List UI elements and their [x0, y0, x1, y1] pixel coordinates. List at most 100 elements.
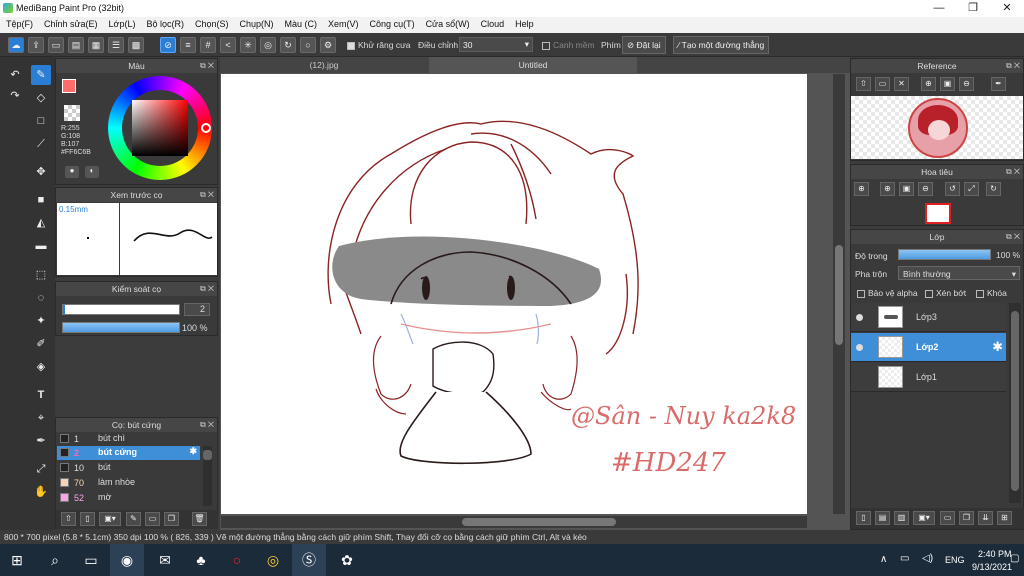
- move-tool-icon[interactable]: ✥: [31, 162, 51, 182]
- navigator-thumbnail[interactable]: [925, 203, 951, 224]
- comment-icon[interactable]: ▭: [48, 37, 64, 53]
- select-pen-icon[interactable]: ✐: [31, 334, 51, 354]
- gear-icon[interactable]: ✱: [992, 339, 1003, 355]
- menu-layer[interactable]: Lớp(L): [103, 17, 141, 29]
- layer-settings-icon[interactable]: ⊞: [997, 511, 1012, 525]
- lock-checkbox[interactable]: Khóa: [976, 288, 1007, 298]
- maximize-button[interactable]: ❐: [956, 0, 990, 17]
- panel-close-icon[interactable]: ⧉ ✕: [200, 188, 214, 202]
- menu-view[interactable]: Xem(V): [322, 17, 364, 29]
- panel-close-icon[interactable]: ⧉ ✕: [1006, 230, 1020, 244]
- palette-icon[interactable]: ●: [65, 166, 79, 178]
- brush-item-soft[interactable]: 52 mờ: [57, 491, 200, 505]
- circle-snap-icon[interactable]: ○: [300, 37, 316, 53]
- eyedropper-icon[interactable]: ⤢: [31, 459, 51, 479]
- brush-opacity-slider[interactable]: [62, 322, 180, 333]
- layer-scrollbar[interactable]: [1009, 303, 1021, 503]
- clock-time[interactable]: 2:40 PM: [978, 549, 1012, 559]
- straight-line-button[interactable]: ⁄ Tạo một đường thẳng: [673, 36, 770, 54]
- tab-12-jpg[interactable]: (12).jpg: [220, 57, 428, 73]
- close-reference-icon[interactable]: ✕: [894, 77, 909, 91]
- panel-close-icon[interactable]: ⧉ ✕: [1006, 165, 1020, 179]
- brush-size-slider[interactable]: [62, 304, 180, 315]
- saturation-square[interactable]: [132, 100, 188, 156]
- skype-icon[interactable]: Ⓢ: [292, 544, 326, 576]
- grid-icon[interactable]: ▩: [128, 37, 144, 53]
- brush-list-scrollbar[interactable]: [203, 446, 212, 506]
- windows-start-icon[interactable]: ⊞: [0, 544, 34, 576]
- cloud-upload-icon[interactable]: ⇧: [856, 77, 871, 91]
- menu-edit[interactable]: Chỉnh sửa(E): [38, 17, 103, 29]
- language-indicator[interactable]: ENG: [945, 555, 965, 565]
- radial-snap-icon[interactable]: ✳: [240, 37, 256, 53]
- foreground-swatch[interactable]: [62, 79, 76, 93]
- menu-cloud[interactable]: Cloud: [475, 17, 510, 29]
- zoom-out-icon[interactable]: ⊖: [918, 182, 933, 196]
- transparent-swatch[interactable]: [64, 105, 80, 121]
- share-icon[interactable]: ⇪: [28, 37, 44, 53]
- close-button[interactable]: ✕: [990, 0, 1024, 17]
- layer-row[interactable]: Lớp1: [851, 363, 1006, 392]
- brush-item-pencil[interactable]: 1 bút chì: [57, 432, 200, 446]
- new-brush-icon[interactable]: ▯: [80, 512, 95, 526]
- rect-select-icon[interactable]: ⬚: [31, 265, 51, 285]
- gradient-tool-icon[interactable]: ▬: [31, 236, 51, 256]
- bucket-tool-icon[interactable]: ◭: [31, 213, 51, 233]
- mail-icon[interactable]: ✉: [148, 544, 182, 576]
- hue-wheel[interactable]: [108, 76, 212, 180]
- menu-select[interactable]: Chọn(S): [189, 17, 234, 29]
- rotate-right-icon[interactable]: ↻: [986, 182, 1001, 196]
- smooth-checkbox[interactable]: Canh mềm: [542, 40, 595, 50]
- task-view-icon[interactable]: ▭: [74, 544, 108, 576]
- hand-tool-icon[interactable]: ✋: [31, 482, 51, 502]
- menu-tools[interactable]: Công cụ(T): [364, 17, 420, 29]
- vanishing-point-icon[interactable]: <: [220, 37, 236, 53]
- pen-tool-icon[interactable]: ✒: [31, 431, 51, 451]
- concentric-snap-icon[interactable]: ◎: [260, 37, 276, 53]
- protect-alpha-checkbox[interactable]: Bảo vệ alpha: [857, 288, 918, 298]
- menu-file[interactable]: Tệp(F): [0, 17, 38, 29]
- brush-item-blur[interactable]: 70 làm nhòe: [57, 476, 200, 490]
- redo-icon[interactable]: ↷: [5, 86, 25, 106]
- brush-tool-icon[interactable]: ✎: [31, 65, 51, 85]
- correction-dropdown[interactable]: 30 ▾: [459, 37, 533, 52]
- zoom-out-icon[interactable]: ⊖: [959, 77, 974, 91]
- edit-brush-icon[interactable]: ✎: [126, 512, 141, 526]
- folder-icon[interactable]: ▭: [940, 511, 955, 525]
- fill-rect-icon[interactable]: ■: [31, 190, 51, 210]
- fit-screen-icon[interactable]: ▣: [899, 182, 914, 196]
- medibang-task-icon[interactable]: ◉: [110, 544, 144, 576]
- horizontal-scrollbar[interactable]: [221, 516, 807, 528]
- clipping-checkbox[interactable]: Xén bớt: [925, 288, 966, 298]
- folder-icon[interactable]: ▭: [145, 512, 160, 526]
- vertical-scrollbar[interactable]: [833, 74, 845, 514]
- settings-icon[interactable]: ⚙: [320, 37, 336, 53]
- minimize-button[interactable]: —: [922, 0, 956, 17]
- layer-opacity-slider[interactable]: [898, 249, 991, 260]
- folder-open-icon[interactable]: ▭: [875, 77, 890, 91]
- parallel-snap-icon[interactable]: ≡: [180, 37, 196, 53]
- clock-date[interactable]: 9/13/2021: [972, 562, 1012, 572]
- new-8bit-layer-icon[interactable]: ▥: [894, 511, 909, 525]
- zoom-in-icon[interactable]: ⊕: [854, 182, 869, 196]
- new-layer-icon[interactable]: ▯: [856, 511, 871, 525]
- add-layer-menu-icon[interactable]: ▣▾: [913, 511, 935, 525]
- cross-snap-icon[interactable]: #: [200, 37, 216, 53]
- panel-close-icon[interactable]: ⧉ ✕: [200, 418, 214, 432]
- color-mix-icon[interactable]: ◐: [85, 166, 99, 178]
- chrome-icon[interactable]: ◎: [256, 544, 290, 576]
- eye-icon[interactable]: [856, 314, 863, 321]
- new-halftone-layer-icon[interactable]: ▤: [875, 511, 890, 525]
- hue-handle[interactable]: [201, 123, 211, 133]
- layer-row-selected[interactable]: Lớp2 ✱: [851, 333, 1006, 362]
- brush-item-hard-pen[interactable]: 2 bút cứng ✱: [57, 446, 200, 460]
- menu-color[interactable]: Màu (C): [279, 17, 323, 29]
- reset-button[interactable]: ⊘ Đặt lại: [622, 36, 666, 54]
- lasso-select-icon[interactable]: ◌: [31, 288, 51, 308]
- drawing-canvas[interactable]: @Sân - Nuy ka2k8 #HD247: [221, 74, 807, 514]
- eye-icon[interactable]: [856, 344, 863, 351]
- undo-icon[interactable]: ↶: [5, 65, 25, 85]
- menu-snap[interactable]: Chụp(N): [234, 17, 279, 29]
- text-tool-icon[interactable]: T: [31, 385, 51, 405]
- fit-icon[interactable]: ▣: [940, 77, 955, 91]
